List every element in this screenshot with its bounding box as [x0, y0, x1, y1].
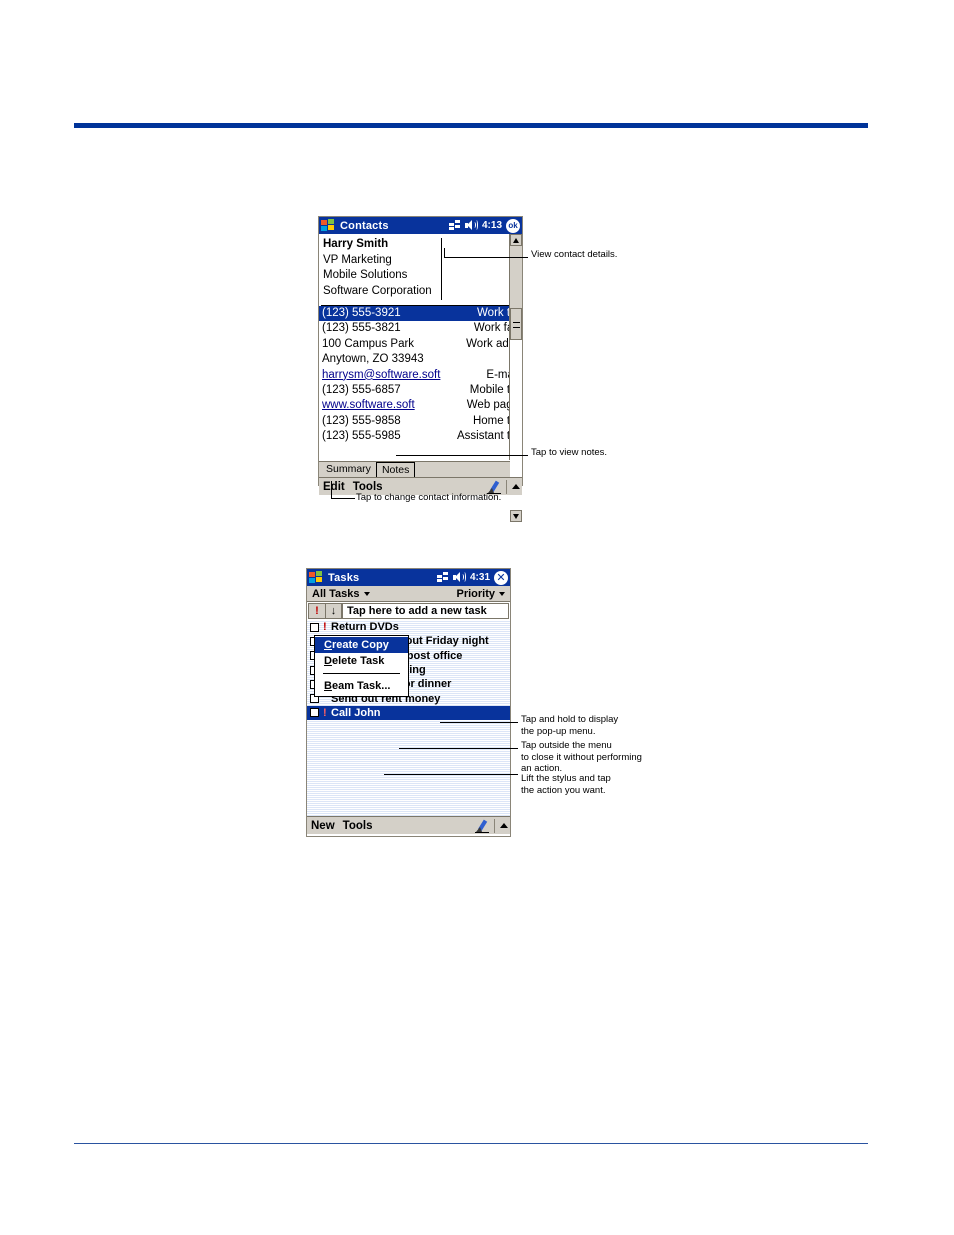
new-menu[interactable]: New — [311, 820, 335, 832]
contact-detail-row[interactable]: (123) 555-3821 Work fax — [319, 321, 522, 336]
sort-dropdown[interactable]: Priority — [456, 588, 505, 600]
annotation-lift-stylus: Lift the stylus and tap the action you w… — [521, 773, 611, 796]
task-row[interactable]: ! Call John — [307, 705, 510, 721]
task-priority-marker: ! — [323, 621, 327, 634]
windows-logo-icon — [321, 219, 335, 232]
close-icon[interactable]: ✕ — [494, 570, 508, 585]
tasks-command-bar-right — [475, 818, 508, 833]
menu-separator — [323, 673, 400, 674]
tasks-toolbar: All Tasks Priority — [307, 586, 510, 602]
contact-detail-row[interactable]: (123) 555-6857 Mobile tel — [319, 383, 522, 398]
leader-view-notes-h — [396, 455, 528, 456]
annotation-tap-view-notes: Tap to view notes. — [531, 447, 608, 458]
leader-view-details-h — [444, 257, 528, 258]
chevron-down-icon — [363, 591, 370, 596]
filter-dropdown[interactable]: All Tasks — [312, 588, 370, 600]
menu-item-beam-task[interactable]: Beam Task... — [315, 678, 408, 694]
task-row[interactable]: ! Return DVDs — [307, 620, 510, 634]
tasks-title: Tasks — [328, 571, 360, 584]
contact-detail-row[interactable]: (123) 555-9858 Home tel — [319, 414, 522, 429]
tasks-device-screenshot: Tasks 4:31 ✕ All Tasks Priority ! ↓ Tap … — [306, 568, 511, 837]
windows-logo-icon — [309, 571, 323, 584]
contact-detail-value: (123) 555-6857 — [322, 384, 401, 397]
tasks-command-bar: New Tools — [307, 816, 510, 834]
command-bar-divider — [506, 479, 507, 494]
scroll-thumb[interactable] — [510, 308, 522, 340]
arrow-up-icon[interactable] — [512, 484, 520, 489]
contact-name: Harry Smith — [323, 238, 389, 250]
tab-summary[interactable]: Summary — [321, 462, 376, 477]
page-bottom-rule — [74, 1143, 868, 1144]
leader-change-info-v — [331, 481, 332, 499]
leader-tap-hold-h — [440, 722, 518, 723]
menu-item-create-copy[interactable]: Create Copy — [315, 637, 408, 653]
contact-header: Harry Smith VP Marketing Mobile Solution… — [319, 234, 522, 305]
contacts-scrollbar[interactable] — [509, 234, 522, 522]
page-top-rule — [74, 123, 868, 128]
contact-detail-row[interactable]: www.software.soft Web page — [319, 398, 522, 413]
annotation-view-contact-details: View contact details. — [531, 249, 618, 260]
speaker-icon[interactable] — [452, 572, 466, 583]
contact-detail-row[interactable]: (123) 555-3921 Work tel — [319, 306, 522, 322]
tab-notes[interactable]: Notes — [375, 462, 416, 478]
new-task-input[interactable]: Tap here to add a new task — [342, 603, 509, 619]
connectivity-icon[interactable] — [448, 220, 461, 231]
annotation-tap-outside: Tap outside the menu to close it without… — [521, 740, 642, 774]
contact-detail-value: 100 Campus Park — [322, 337, 415, 350]
contact-detail-value: www.software.soft — [322, 399, 415, 412]
leader-lift-stylus-h — [384, 774, 518, 775]
contact-department: Mobile Solutions — [323, 269, 408, 281]
task-priority-marker: ! — [323, 706, 327, 719]
command-bar-divider — [494, 818, 495, 833]
ok-button[interactable]: ok — [506, 218, 520, 233]
contact-detail-list[interactable]: (123) 555-3921 Work tel (123) 555-3821 Work… — [319, 306, 522, 461]
sort-order-button[interactable]: ↓ — [325, 603, 342, 619]
contacts-tab-strip[interactable]: Summary Notes — [319, 461, 522, 478]
contact-detail-value: (123) 555-9858 — [322, 414, 401, 427]
speaker-icon[interactable] — [464, 220, 478, 231]
contact-job-title: VP Marketing — [323, 253, 392, 266]
menu-item-delete-task[interactable]: Delete Task — [315, 653, 408, 669]
leader-change-info-h — [331, 498, 355, 499]
leader-tap-outside-h — [399, 748, 518, 749]
edit-menu[interactable]: Edit — [323, 481, 345, 493]
task-context-menu[interactable]: Create Copy Delete Task Beam Task... — [314, 635, 409, 697]
tasks-titlebar: Tasks 4:31 ✕ — [307, 569, 510, 586]
contact-detail-row[interactable]: harrysm@software.soft E-mail — [319, 368, 522, 383]
contact-detail-row[interactable]: 100 Campus Park Work addr — [319, 337, 522, 352]
contacts-clock[interactable]: 4:13 — [482, 220, 502, 231]
task-checkbox[interactable] — [310, 622, 319, 632]
contact-detail-row[interactable]: (123) 555-5985 Assistant tel — [319, 429, 522, 444]
contact-detail-value: harrysm@software.soft — [322, 368, 441, 381]
scroll-up-button[interactable] — [510, 234, 522, 246]
scroll-down-button[interactable] — [510, 510, 522, 522]
tools-menu[interactable]: Tools — [343, 820, 373, 832]
arrow-up-icon[interactable] — [500, 823, 508, 828]
task-checkbox[interactable] — [310, 708, 319, 718]
new-task-row: ! ↓ Tap here to add a new task — [307, 602, 510, 620]
annotation-tap-change-contact-information: Tap to change contact information. — [356, 492, 502, 503]
connectivity-icon[interactable] — [436, 572, 449, 583]
tools-menu[interactable]: Tools — [353, 481, 383, 493]
tasks-clock[interactable]: 4:31 — [470, 572, 490, 583]
contact-detail-row[interactable]: Anytown, ZO 33943 — [319, 352, 522, 367]
tasks-titlebar-status: 4:31 ✕ — [436, 569, 508, 586]
tasks-list[interactable]: ! Return DVDs Call Stacey about Friday nig… — [307, 620, 510, 816]
contact-detail-value: (123) 555-5985 — [322, 430, 401, 443]
contact-company: Software Corporation — [323, 284, 432, 297]
contact-detail-value: Anytown, ZO 33943 — [322, 353, 424, 366]
header-divider — [441, 238, 442, 300]
contacts-titlebar: Contacts 4:13 ok — [319, 217, 522, 234]
contacts-title: Contacts — [340, 219, 389, 232]
priority-toggle-button[interactable]: ! — [308, 603, 325, 619]
task-label: Return DVDs — [331, 621, 399, 634]
chevron-down-icon — [499, 591, 505, 596]
contact-detail-value: (123) 555-3821 — [322, 322, 401, 335]
contacts-titlebar-status: 4:13 ok — [448, 217, 520, 234]
annotation-tap-and-hold: Tap and hold to display the pop-up menu. — [521, 714, 619, 737]
contact-detail-value: (123) 555-3921 — [322, 307, 401, 319]
pen-icon[interactable] — [475, 818, 489, 833]
task-label: Call John — [331, 706, 381, 719]
